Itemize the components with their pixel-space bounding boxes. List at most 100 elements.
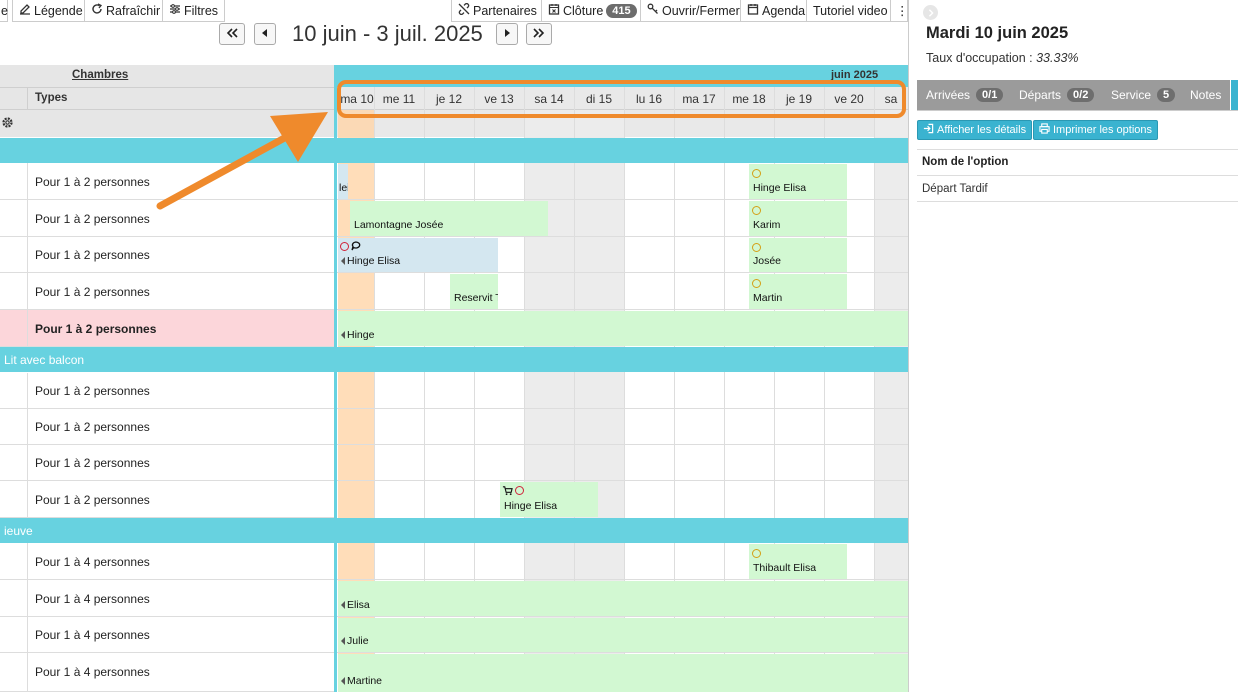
reservation-block[interactable]: Lamontagne Josée [350,201,548,236]
refresh-button[interactable]: Rafraîchir [84,0,168,22]
reservation-block[interactable]: Elisa [338,581,908,616]
room-row[interactable]: Pour 1 à 2 personnes [0,273,334,310]
refresh-label: Rafraîchir [106,3,161,18]
toolbar-partial-label: e [1,3,8,18]
partners-button[interactable]: Partenaires [451,0,544,22]
print-icon [1039,123,1050,137]
room-row[interactable]: Pour 1 à 2 personnes [0,481,334,518]
room-type-label: Pour 1 à 4 personnes [35,592,150,606]
cart-icon [502,485,513,499]
reservation-block[interactable]: Martine [338,654,908,692]
tab-service[interactable]: Service 5 [1102,80,1185,110]
chevron-right-icon[interactable] [923,5,938,20]
legend-button[interactable]: Légende [12,0,90,22]
caret-right-icon [501,27,513,41]
room-row-highlighted[interactable]: Pour 1 à 2 personnes [0,310,334,347]
category-label-3: ieuve [4,524,33,538]
closure-label: Clôture [563,3,604,18]
closure-button[interactable]: Clôture 415 [541,0,644,22]
reservation-block[interactable]: Julie [338,618,908,652]
reservation-label: Hinge Elisa [753,182,807,194]
pending-circle-icon [752,279,761,288]
reservation-block[interactable]: Hinge Elisa [749,164,847,199]
tab-notes-label: Notes [1190,88,1222,102]
reservation-label: Karim [753,219,781,231]
room-type-label: Pour 1 à 2 personnes [35,248,150,262]
legend-label: Légende [34,3,83,18]
reservation-block[interactable]: Thibault Elisa [749,544,847,579]
rooms-column-title[interactable]: Chambres [72,69,128,81]
reservation-block[interactable]: Hinge [338,311,908,346]
reservation-block[interactable]: Hinge Elisa [500,482,598,517]
comment-icon [351,241,361,254]
show-details-button[interactable]: Afficher les détails [917,120,1033,140]
previous-button[interactable] [254,23,276,45]
category-band-1 [0,138,908,163]
reservation-label: Julie [347,635,369,647]
departures-count-badge: 0/2 [1067,88,1095,102]
pending-circle-icon [752,243,761,252]
reservation-label: Martine [347,675,383,687]
previous-fast-button[interactable] [219,23,245,45]
filters-button[interactable]: Filtres [162,0,226,22]
reservation-label: lei [339,182,348,194]
more-icon: ⋮ [896,4,909,18]
room-row[interactable]: Pour 1 à 4 personnes [0,580,334,617]
continuation-arrow-icon [341,331,345,339]
tab-notes[interactable]: Notes [1181,80,1231,110]
room-row[interactable]: Pour 1 à 2 personnes [0,445,334,481]
occupancy-label: Taux d'occupation : [926,51,1033,65]
settings-gear-icon[interactable] [1,116,14,129]
reservation-block[interactable]: Martin [749,274,847,309]
tab-options-active[interactable] [1231,80,1238,110]
room-row[interactable]: Pour 1 à 4 personnes [0,543,334,580]
show-details-label: Afficher les détails [937,124,1027,136]
more-menu-button[interactable]: ⋮ [890,0,909,22]
continuation-arrow-icon [341,637,345,645]
room-row[interactable]: Pour 1 à 2 personnes [0,409,334,445]
agenda-button[interactable]: Agenda [740,0,813,22]
filters-label: Filtres [184,3,219,18]
reservation-block[interactable]: Reservit Te [450,274,498,309]
reservation-block[interactable]: Josée [749,238,847,272]
room-row[interactable]: Pour 1 à 2 personnes [0,237,334,273]
room-type-label: Pour 1 à 2 personnes [35,175,150,189]
reservation-label: Hinge Elisa [504,500,558,512]
pending-circle-icon [752,169,761,178]
room-type-label: Pour 1 à 2 personnes [35,420,150,434]
reservation-label: Reservit Te [454,292,498,304]
next-fast-button[interactable] [526,23,552,45]
day-detail-panel: Mardi 10 juin 2025 Taux d'occupation : 3… [908,0,1238,692]
toolbar-partial-button[interactable]: e [0,0,8,22]
option-row-late-departure: Départ Tardif [922,183,988,195]
panel-date-title: Mardi 10 juin 2025 [926,24,1069,42]
reservation-label: Hinge Elisa [347,255,401,267]
category-label-2: Lit avec balcon [4,353,85,367]
key-icon [647,3,659,18]
room-type-label: Pour 1 à 4 personnes [35,555,150,569]
room-row[interactable]: Pour 1 à 2 personnes [0,373,334,409]
tutorial-video-button[interactable]: Tutoriel video [806,0,895,22]
tab-arrivals[interactable]: Arrivées 0/1 [917,80,1013,110]
room-type-label: Pour 1 à 2 personnes [35,456,150,470]
room-row[interactable]: Pour 1 à 4 personnes [0,617,334,653]
edit-icon [19,3,31,18]
reservation-label: Lamontagne Josée [354,219,444,231]
room-type-label: Pour 1 à 2 personnes [35,384,150,398]
tab-departures[interactable]: Départs 0/2 [1010,80,1104,110]
next-button[interactable] [496,23,518,45]
room-row[interactable]: Pour 1 à 4 personnes [0,653,334,692]
reservation-block[interactable]: Karim [749,201,847,236]
caret-left-icon [259,27,271,41]
room-type-label: Pour 1 à 2 personnes [35,322,157,336]
service-count-badge: 5 [1157,88,1176,102]
continuation-arrow-icon [341,257,345,265]
calendar-icon [747,3,759,18]
closure-count-badge: 415 [606,3,637,18]
open-close-button[interactable]: Ouvrir/Fermer [640,0,747,22]
print-options-button[interactable]: Imprimer les options [1033,120,1159,140]
types-column-title: Types [35,92,68,104]
reservation-block[interactable]: Hinge Elisa [338,238,498,272]
date-range-title: 10 juin - 3 juil. 2025 [292,21,483,46]
room-type-label: Pour 1 à 2 personnes [35,493,150,507]
